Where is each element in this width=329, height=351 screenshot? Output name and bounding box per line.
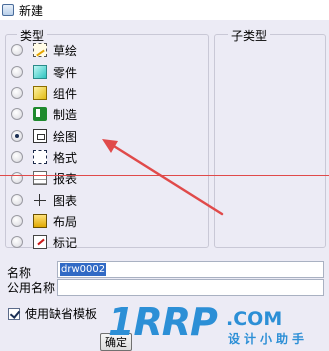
watermark-logo: 1RRP xyxy=(108,300,218,344)
watermark-domain: .COM xyxy=(226,308,283,330)
watermark: 1RRP .COM 设计小助手 xyxy=(108,302,329,351)
annotation-arrow-icon xyxy=(102,139,224,216)
watermark-tagline: 设计小助手 xyxy=(228,332,309,346)
